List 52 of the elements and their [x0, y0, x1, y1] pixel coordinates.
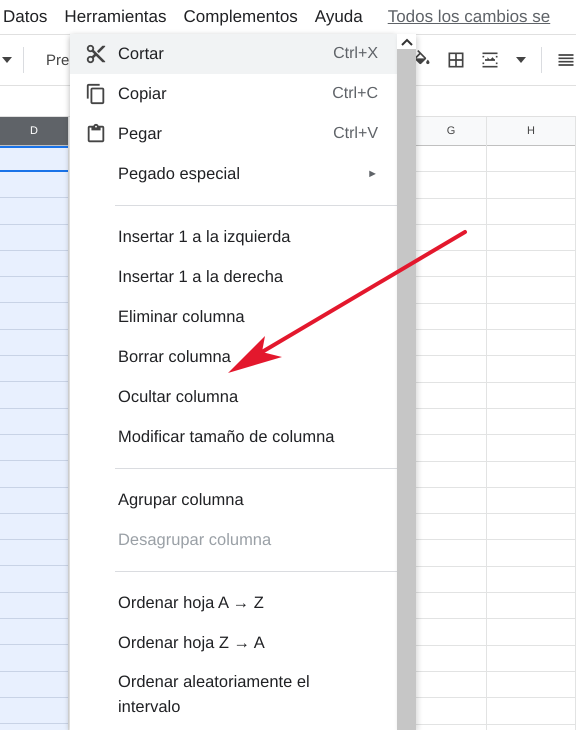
menu-item[interactable]: Eliminar columna — [70, 297, 397, 337]
scissors-icon — [85, 43, 107, 65]
menu-item-label: Ocultar columna — [118, 386, 240, 408]
menu-item[interactable]: Cortar Ctrl+X — [70, 34, 397, 74]
menu-item[interactable]: Ordenar hoja A → Z — [70, 583, 397, 623]
shortcut-label: Ctrl+C — [332, 85, 378, 103]
menu-item-label: Modificar tamaño de columna — [118, 426, 336, 448]
merge-cells-icon[interactable] — [480, 50, 500, 70]
column-header[interactable]: G — [416, 117, 486, 146]
menu-item-label: Agrupar columna — [118, 490, 245, 510]
scrollbar-thumb[interactable] — [397, 49, 416, 730]
menu-item-label: Pegado especial — [118, 164, 242, 184]
menu-item[interactable]: Agrupar columna — [70, 480, 397, 520]
menu-item[interactable]: Ocultar columna — [70, 377, 397, 417]
menu-item[interactable]: Borrar columna — [70, 337, 397, 377]
grid-cell[interactable] — [0, 146, 68, 172]
menu-item-label: Borrar columna — [118, 346, 232, 368]
menu-bar-item[interactable]: Herramientas — [64, 7, 166, 27]
menu-item-label: Copiar — [118, 84, 168, 104]
menu-item-label: Pegar — [118, 124, 164, 144]
menu-item-label: Ordenar aleatoriamente el intervalo — [118, 672, 311, 718]
borders-icon[interactable] — [446, 50, 466, 70]
menu-item[interactable]: Ordenar aleatoriamente el intervalo — [70, 663, 397, 727]
menu-item-label: Desagrupar columna — [118, 530, 272, 550]
submenu-arrow: ► — [367, 168, 378, 180]
menu-item[interactable]: Modificar tamaño de columna — [70, 417, 397, 457]
menu-item[interactable]: Insertar 1 a la izquierda — [70, 217, 397, 257]
menu-item[interactable]: Insertar 1 a la derecha — [70, 257, 397, 297]
shortcut-label: Ctrl+X — [333, 45, 378, 63]
save-status-link[interactable]: Todos los cambios se — [388, 7, 550, 27]
menu-bar-item[interactable]: Datos — [3, 7, 48, 27]
column-header[interactable]: H — [487, 117, 575, 146]
menu-item-label: Ordenar hoja A → Z — [118, 592, 265, 614]
caret-icon[interactable] — [515, 56, 527, 64]
menu-item-label: Eliminar columna — [118, 306, 246, 328]
menu-bar-item[interactable]: Complementos — [183, 7, 298, 27]
clipboard-icon — [85, 123, 107, 145]
menu-item-label: Insertar 1 a la izquierda — [118, 226, 292, 248]
menu-item[interactable]: Pegar Ctrl+V — [70, 114, 397, 154]
scroll-up-icon[interactable] — [400, 38, 412, 46]
menu-item[interactable]: Pegado especial ► — [70, 154, 397, 194]
menu-item-label: Ordenar hoja Z → A — [118, 632, 266, 654]
menu-item-label: Insertar 1 a la derecha — [118, 266, 284, 288]
menu-item-label: Cortar — [118, 44, 165, 64]
copy-icon — [85, 83, 107, 105]
font-field[interactable]: Pre — [46, 52, 70, 68]
column-header[interactable]: D — [0, 117, 68, 146]
menu-bar-item[interactable]: Ayuda — [314, 7, 363, 27]
menu-item[interactable]: Ordenar hoja Z → A — [70, 623, 397, 663]
menu-item[interactable]: Copiar Ctrl+C — [70, 74, 397, 114]
shortcut-label: Ctrl+V — [333, 125, 378, 143]
caret-icon[interactable] — [1, 56, 13, 64]
